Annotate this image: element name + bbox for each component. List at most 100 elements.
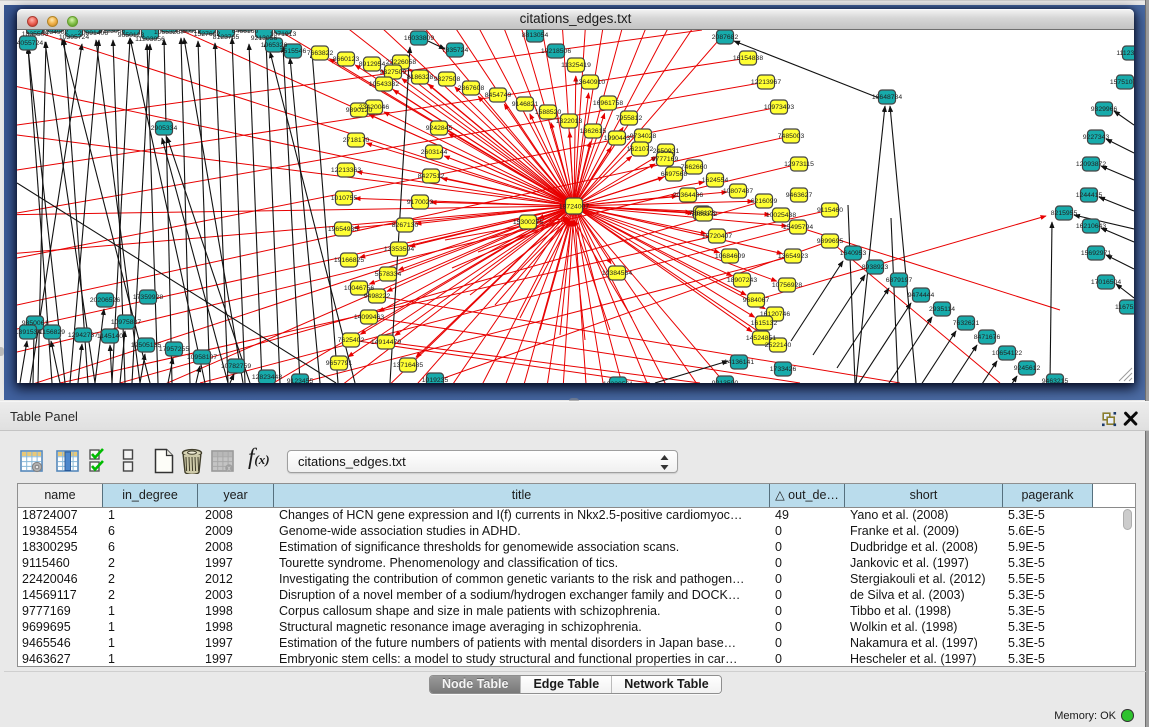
svg-text:1167539: 1167539 [1115,304,1134,311]
svg-text:9123455: 9123455 [287,378,314,383]
svg-text:16648784: 16648784 [872,94,902,101]
svg-text:9213500: 9213500 [712,380,739,383]
svg-text:19218506: 19218506 [541,48,571,55]
svg-text:15692971: 15692971 [1081,250,1111,257]
svg-text:5578334: 5578334 [375,271,402,278]
svg-text:10975887: 10975887 [111,319,141,326]
svg-text:8267130: 8267130 [392,222,419,229]
svg-text:10782759: 10782759 [221,363,251,370]
svg-text:2905334: 2905334 [151,125,178,132]
svg-text:16120746: 16120746 [760,311,790,318]
svg-text:2450931: 2450931 [653,148,680,155]
svg-text:2603144: 2603144 [421,149,448,156]
svg-text:9463215: 9463215 [1042,378,1069,383]
svg-text:8186328: 8186328 [407,74,434,81]
svg-text:10807487: 10807487 [723,188,753,195]
svg-text:1362615: 1362615 [580,128,607,135]
svg-text:13654923: 13654923 [778,253,808,260]
svg-text:1588520: 1588520 [535,109,562,116]
svg-text:2867608: 2867608 [458,85,485,92]
svg-text:6497568: 6497568 [661,171,688,178]
svg-text:1145140: 1145140 [97,333,123,340]
svg-text:14914479: 14914479 [371,339,401,346]
svg-text:10239561: 10239561 [603,381,633,383]
svg-text:1010755: 1010755 [331,195,358,202]
svg-text:12823448: 12823448 [252,374,282,381]
svg-text:16210643: 16210643 [1076,223,1106,230]
svg-text:1733426: 1733426 [770,366,797,373]
svg-text:7663822: 7663822 [307,50,334,57]
svg-text:1156829: 1156829 [39,329,65,336]
svg-text:18724007: 18724007 [559,204,589,211]
svg-text:14099463: 14099463 [354,314,384,321]
svg-text:7835724: 7835724 [442,47,469,54]
svg-text:1322013: 1322013 [556,118,583,125]
svg-text:7515546: 7515546 [280,48,307,55]
svg-text:16154838: 16154838 [733,55,763,62]
svg-text:12942737: 12942737 [68,332,98,339]
svg-text:15300275: 15300275 [513,219,543,226]
svg-text:10958107: 10958107 [187,354,217,361]
svg-text:9327509: 9327509 [380,69,407,76]
svg-text:12093872: 12093872 [1076,161,1106,168]
svg-text:9170023: 9170023 [407,199,434,206]
svg-text:19654935: 19654935 [328,226,358,233]
svg-text:8912954: 8912954 [359,61,386,68]
svg-text:9327508: 9327508 [434,76,461,83]
svg-text:7625402: 7625402 [338,337,365,344]
svg-text:2522140: 2522140 [765,342,792,349]
svg-text:7986372: 7986372 [691,211,718,218]
svg-text:11123409: 11123409 [1116,50,1134,57]
svg-text:9498222: 9498222 [364,293,391,300]
svg-text:1391534: 1391534 [17,329,41,336]
svg-text:9146821: 9146821 [512,101,539,108]
svg-text:17016504: 17016504 [1091,279,1121,286]
svg-text:1624554: 1624554 [702,177,729,184]
svg-text:10684609: 10684609 [715,253,745,260]
svg-text:11203956: 11203956 [135,36,165,43]
svg-text:10756928: 10756928 [772,282,802,289]
svg-text:1990443: 1990443 [604,135,631,142]
svg-text:9227343: 9227343 [1083,134,1110,141]
svg-text:2718170: 2718170 [343,137,370,144]
svg-text:12213967: 12213967 [751,79,781,86]
svg-text:13640910: 13640910 [575,79,605,86]
svg-text:x: x [227,466,231,473]
svg-text:9890120: 9890120 [346,107,373,114]
svg-text:12213363: 12213363 [331,167,361,174]
svg-text:10543382: 10543382 [369,81,399,88]
svg-text:17957255: 17957255 [159,346,189,353]
svg-text:10973493: 10973493 [764,104,794,111]
svg-text:13353594: 13353594 [384,246,414,253]
svg-text:2935114: 2935114 [929,306,955,313]
svg-text:9777169: 9777169 [652,156,679,163]
svg-text:9329966: 9329966 [1091,106,1118,113]
svg-text:19384554: 19384554 [602,270,632,277]
svg-text:9684067: 9684067 [743,297,770,304]
svg-text:1244415: 1244415 [1076,192,1103,199]
svg-text:7955812: 7955812 [616,115,643,122]
svg-text:9899695: 9899695 [817,238,844,245]
svg-text:9242845: 9242845 [426,125,453,132]
svg-text:9463627: 9463627 [786,192,813,199]
svg-text:1071913: 1071913 [270,31,297,38]
svg-text:18907243: 18907243 [727,277,757,284]
svg-text:9474444: 9474444 [908,292,935,299]
svg-text:8938923: 8938923 [862,264,889,271]
svg-text:6879197: 6879197 [886,277,913,284]
svg-text:1621072: 1621072 [627,146,654,153]
svg-text:20206526: 20206526 [90,297,120,304]
svg-text:6216099: 6216099 [751,198,778,205]
svg-text:8471676: 8471676 [974,334,1001,341]
svg-text:8215955: 8215955 [1051,210,1078,217]
svg-text:17359928: 17359928 [133,294,163,301]
svg-text:10025438: 10025438 [766,212,796,219]
svg-text:15720407: 15720407 [702,233,732,240]
svg-text:15495794: 15495794 [783,224,813,231]
svg-text:1615132: 1615132 [751,320,778,327]
svg-text:9657791: 9657791 [326,360,353,367]
svg-text:7485003: 7485003 [778,133,805,140]
svg-text:8813054: 8813054 [522,32,549,39]
svg-text:8454749: 8454749 [485,92,512,99]
svg-text:8123765: 8123765 [213,34,240,41]
